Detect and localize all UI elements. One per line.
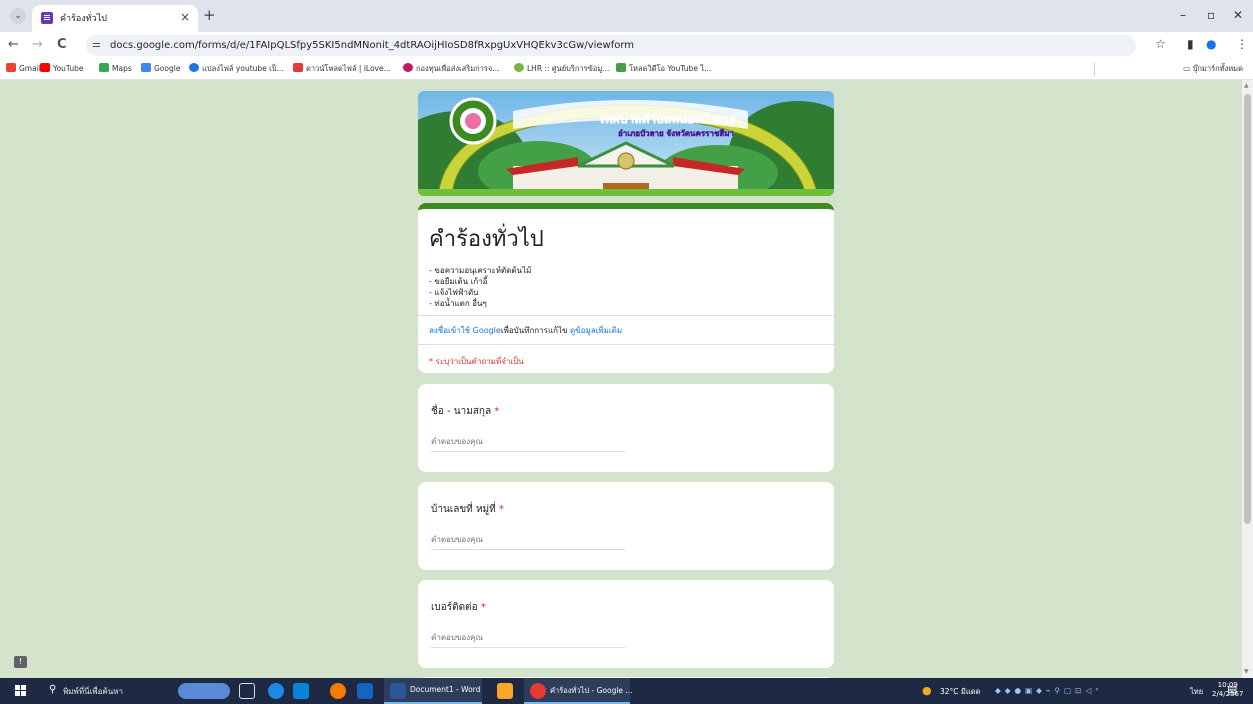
tab-active[interactable]: คำร้องทั่วไป ×: [32, 5, 198, 32]
weather-sun-icon: ●: [922, 684, 932, 697]
browser-tabstrip: ⌄ คำร้องทั่วไป × + – ▫ ✕: [0, 0, 1253, 32]
browser-toolbar: ← → C ⚌ docs.google.com/forms/d/e/1FAIpQ…: [0, 32, 1253, 58]
question-label: ชื่อ - นามสกุล *: [431, 406, 500, 417]
required-note: * ระบุว่าเป็นคำถามที่จำเป็น: [429, 357, 524, 366]
maps-icon: [99, 63, 109, 72]
news-widget-icon[interactable]: [178, 683, 230, 699]
banner-title: เทศบาลตำบลหนองบัวลาย: [600, 112, 736, 126]
google-forms-favicon-icon: [41, 12, 53, 24]
bookmarks-divider: [1094, 62, 1095, 76]
reload-button[interactable]: C: [57, 36, 67, 53]
tab-close-icon[interactable]: ×: [180, 10, 190, 24]
search-icon: ⚲: [49, 684, 57, 695]
taskbar-app-label: Document1 - Word: [410, 685, 481, 694]
windows-taskbar: ⚲ พิมพ์ที่นี่เพื่อค้นหา Document1 - Word…: [0, 678, 1253, 704]
restore-button[interactable]: ▫: [1207, 7, 1215, 23]
bookmark-star-icon[interactable]: ☆: [1155, 37, 1166, 52]
required-asterisk: *: [494, 406, 500, 417]
report-problem-icon[interactable]: !: [14, 656, 27, 668]
question-label: เบอร์ติดต่อ *: [431, 602, 486, 613]
form-header-banner: เทศบาลตำบลหนองบัวลาย อำเภอบัวลาย จังหวัด…: [418, 91, 834, 196]
bookmark-youtube[interactable]: YouTube: [40, 63, 84, 74]
divider: [418, 344, 834, 345]
fund-icon: [403, 63, 413, 72]
scrollbar-thumb[interactable]: [1244, 94, 1251, 524]
taskbar-search[interactable]: ⚲ พิมพ์ที่นี่เพื่อค้นหา: [41, 681, 151, 701]
scroll-up-icon[interactable]: ▲: [1244, 82, 1249, 89]
weather-text[interactable]: 32°C มีแดด: [940, 686, 980, 698]
mail-icon[interactable]: [293, 683, 309, 699]
profile-avatar-icon[interactable]: ●: [1206, 37, 1216, 52]
learn-more-link[interactable]: ดูข้อมูลเพิ่มเติม: [570, 326, 622, 335]
phone-input[interactable]: คำตอบของคุณ: [431, 631, 625, 648]
site-info-icon[interactable]: ⚌: [92, 38, 101, 52]
scroll-down-icon[interactable]: ▼: [1244, 668, 1249, 675]
signin-text: เพื่อบันทึกการแก้ไข: [500, 326, 568, 335]
question-label: บ้านเลขที่ หมู่ที่ *: [431, 504, 504, 515]
bookmark-maps[interactable]: Maps: [99, 63, 132, 74]
bookmark-video-download[interactable]: โหลดวิดีโอ YouTube ไ...: [616, 63, 711, 74]
bookmark-google[interactable]: Google: [141, 63, 180, 74]
tab-search-dropdown-icon[interactable]: ⌄: [10, 8, 26, 24]
back-button[interactable]: ←: [8, 36, 19, 53]
forward-button[interactable]: →: [32, 36, 43, 53]
youtube-icon: [40, 63, 50, 72]
firefox-icon[interactable]: [330, 683, 346, 699]
browser-menu-icon[interactable]: ⋮: [1236, 37, 1248, 52]
page-scrollbar[interactable]: ▲ ▼: [1242, 80, 1253, 678]
question-card-phone: เบอร์ติดต่อ * คำตอบของคุณ: [418, 580, 834, 668]
taskbar-app-label: คำร้องทั่วไป - Google ...: [550, 686, 633, 695]
name-input[interactable]: คำตอบของคุณ: [431, 435, 625, 452]
banner-subtitle: อำเภอบัวลาย จังหวัดนครราชสีมา: [618, 128, 734, 138]
folder-icon: ▭: [1183, 64, 1193, 73]
bookmark-ilove[interactable]: ดาวน์โหลดไฟล์ | iLove...: [293, 63, 391, 74]
all-bookmarks-folder[interactable]: ▭ บุ๊กมาร์กทั้งหมด: [1183, 63, 1243, 75]
required-asterisk: *: [498, 504, 504, 515]
edge-icon[interactable]: [268, 683, 284, 699]
word-icon: [390, 683, 406, 699]
url-text[interactable]: docs.google.com/forms/d/e/1FAIpQLSfpy5SK…: [110, 38, 634, 53]
new-tab-button[interactable]: +: [203, 6, 216, 24]
notification-icon[interactable]: ▤: [1227, 683, 1243, 699]
bookmarks-bar: Gmail YouTube Maps Google แปลงไฟล์ youtu…: [0, 58, 1253, 80]
tray-icons[interactable]: ◆◆●▣◆⌁⚲▢⊡◁ˣ: [995, 686, 1102, 695]
close-window-button[interactable]: ✕: [1233, 7, 1243, 23]
chrome-icon: [530, 683, 546, 699]
minimize-button[interactable]: –: [1180, 7, 1186, 23]
form-title-card: คำร้องทั่วไป - ขอความอนุเคราะห์ตัดต้นไม้…: [418, 203, 834, 373]
windows-start-icon[interactable]: [15, 685, 27, 697]
bookmark-convert[interactable]: แปลงไฟล์ youtube เป็...: [189, 63, 284, 74]
google-icon: [141, 63, 151, 72]
file-explorer-icon[interactable]: [497, 683, 513, 699]
lhr-icon: [514, 63, 524, 72]
signin-link[interactable]: ลงชื่อเข้าใช้ Google: [429, 326, 501, 335]
input-language[interactable]: ไทย: [1190, 686, 1203, 698]
task-view-icon[interactable]: [239, 683, 255, 699]
bookmark-lhr[interactable]: LHR :: ศูนย์บริการข้อมู...: [514, 63, 609, 74]
bookmark-fund[interactable]: กองทุนเพื่อส่งเสริมการจ...: [403, 63, 499, 74]
ilove-icon: [293, 63, 303, 72]
form-page: เทศบาลตำบลหนองบัวลาย อำเภอบัวลาย จังหวัด…: [0, 80, 1242, 678]
question-card-name: ชื่อ - นามสกุล * คำตอบของคุณ: [418, 384, 834, 472]
convert-icon: [189, 63, 199, 72]
address-bar[interactable]: ⚌ docs.google.com/forms/d/e/1FAIpQLSfpy5…: [86, 35, 1136, 56]
question-card-address: บ้านเลขที่ หมู่ที่ * คำตอบของคุณ: [418, 482, 834, 570]
store-icon[interactable]: [357, 683, 373, 699]
side-panel-icon[interactable]: ▮: [1187, 37, 1194, 52]
taskbar-app-chrome[interactable]: คำร้องทั่วไป - Google ...: [524, 678, 633, 704]
signin-notice: ลงชื่อเข้าใช้ Googleเพื่อบันทึกการแก้ไข …: [429, 324, 622, 337]
address-input[interactable]: คำตอบของคุณ: [431, 533, 625, 550]
bookmark-gmail[interactable]: Gmail: [6, 63, 41, 74]
form-title: คำร้องทั่วไป: [429, 227, 544, 252]
video-download-icon: [616, 63, 626, 72]
tab-title: คำร้องทั่วไป: [60, 14, 107, 24]
taskbar-app-word[interactable]: Document1 - Word: [384, 678, 482, 704]
form-description-line: - ท่อน้ำแตก อื่นๆ: [429, 299, 487, 308]
divider: [418, 315, 834, 316]
required-asterisk: *: [480, 602, 486, 613]
gmail-icon: [6, 63, 16, 72]
taskbar-search-placeholder: พิมพ์ที่นี่เพื่อค้นหา: [63, 687, 123, 696]
